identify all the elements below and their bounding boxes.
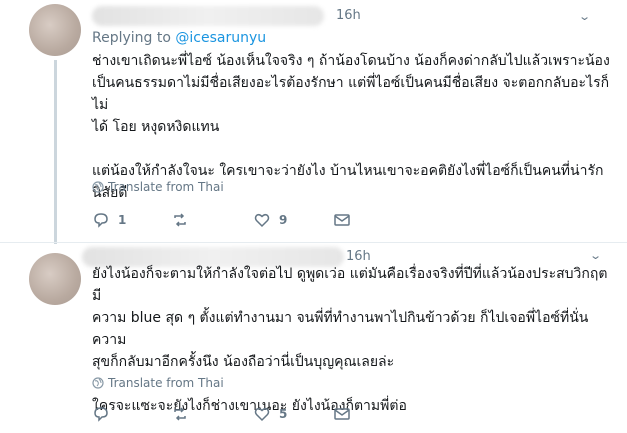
direct-message-button[interactable] (333, 405, 351, 423)
tweet-timestamp[interactable]: 16h (336, 8, 361, 23)
tweet-actions: 5 (92, 405, 392, 425)
tweet-text: ยังไงน้องก็จะตามให้กำลังใจต่อไป ดูพูดเว่… (92, 266, 608, 414)
reply-count: 1 (118, 213, 127, 227)
like-count: 5 (279, 407, 288, 421)
chevron-down-icon[interactable]: ⌄ (589, 249, 602, 262)
avatar[interactable] (29, 253, 81, 305)
tweet-timestamp[interactable]: 16h (346, 249, 371, 264)
retweet-button[interactable] (171, 211, 197, 229)
replying-to: Replying to @icesarunyu (92, 30, 266, 46)
retweet-icon (174, 407, 186, 421)
direct-message-button[interactable] (333, 211, 351, 229)
tweet-1[interactable]: 16h ⌄ Replying to @icesarunyu ช่างเขาเถิ… (0, 0, 627, 244)
thread-connector-line (54, 60, 57, 244)
like-button[interactable]: 5 (253, 405, 287, 423)
replying-to-label: Replying to (92, 30, 171, 46)
reply-button[interactable]: 1 (92, 211, 126, 229)
like-count: 9 (279, 213, 288, 227)
translate-label: Translate from Thai (108, 376, 224, 390)
translate-link[interactable]: Translate from Thai (92, 376, 224, 390)
globe-icon (92, 377, 104, 389)
retweet-button[interactable] (171, 405, 197, 423)
translate-link[interactable]: Translate from Thai (92, 180, 224, 194)
redacted-author-name (92, 6, 324, 26)
like-button[interactable]: 9 (253, 211, 287, 229)
direct-message-icon (334, 408, 350, 420)
globe-icon (92, 181, 104, 193)
reply-icon (94, 213, 108, 228)
like-icon (254, 407, 270, 422)
chevron-down-icon[interactable]: ⌄ (578, 10, 591, 23)
reply-icon (94, 407, 108, 422)
translate-label: Translate from Thai (108, 180, 224, 194)
reply-button[interactable] (92, 405, 118, 423)
direct-message-icon (334, 214, 350, 226)
avatar[interactable] (29, 4, 81, 56)
retweet-icon (174, 213, 186, 227)
tweet-actions: 1 9 (92, 211, 392, 231)
like-icon (254, 213, 270, 228)
replying-to-handle[interactable]: @icesarunyu (175, 30, 266, 46)
tweet-2[interactable]: 16h ⌄ ยังไงน้องก็จะตามให้กำลังใจต่อไป ดู… (0, 242, 627, 433)
